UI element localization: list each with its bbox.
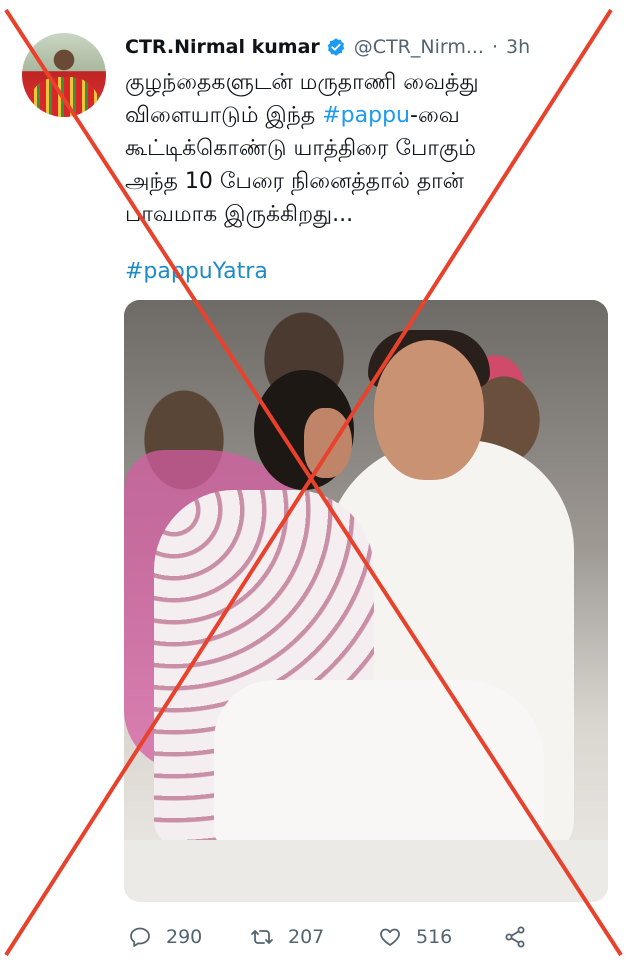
reply-button[interactable]: 290 bbox=[128, 920, 202, 954]
photo-trousers bbox=[214, 680, 544, 850]
tweet-text: குழந்தைகளுடன் மருதாணி வைத்து விளையாடும் … bbox=[125, 66, 595, 231]
hashtag-link-pappuyatra[interactable]: #pappuYatra bbox=[125, 259, 268, 284]
tweet-line-2-end: -வை bbox=[410, 103, 460, 128]
reply-count: 290 bbox=[166, 926, 203, 948]
timestamp[interactable]: 3h bbox=[506, 36, 530, 58]
share-button[interactable] bbox=[503, 920, 527, 954]
like-icon bbox=[380, 928, 400, 946]
tweet-line-4: அந்த 10 பேரை நினைத்தால் தான் bbox=[125, 169, 464, 194]
display-name[interactable]: CTR.Nirmal kumar bbox=[125, 36, 320, 58]
verified-icon bbox=[327, 38, 345, 56]
photo-woman-face bbox=[304, 408, 352, 478]
reply-icon bbox=[130, 927, 150, 947]
like-count: 516 bbox=[416, 926, 453, 948]
tweet-line-2-start: விளையாடும் இந்த bbox=[125, 103, 323, 128]
tweet-photo[interactable] bbox=[124, 300, 608, 902]
avatar-garland bbox=[28, 77, 100, 117]
like-button[interactable]: 516 bbox=[378, 920, 452, 954]
action-bar: 290 207 516 bbox=[0, 920, 627, 954]
hashtag-link-pappu[interactable]: #pappu bbox=[322, 103, 410, 128]
tweet-line-5: பாவமாக இருக்கிறது... bbox=[125, 202, 354, 227]
tweet-line-3: கூட்டிக்கொண்டு யாத்திரை போகும் bbox=[125, 136, 476, 161]
retweet-count: 207 bbox=[288, 926, 325, 948]
separator-dot: · bbox=[491, 36, 499, 58]
share-icon bbox=[505, 926, 525, 948]
retweet-icon bbox=[251, 930, 273, 944]
user-handle[interactable]: @CTR_Nirm... bbox=[354, 36, 484, 58]
tweet-line-2: விளையாடும் இந்த #pappu-வை bbox=[125, 99, 595, 132]
photo-floor bbox=[124, 840, 608, 902]
tweet-line-1: குழந்தைகளுடன் மருதாணி வைத்து bbox=[125, 70, 479, 95]
photo-man-head bbox=[374, 340, 484, 480]
avatar[interactable] bbox=[22, 33, 106, 117]
tweet-header: CTR.Nirmal kumar @CTR_Nirm... · 3h bbox=[125, 34, 530, 60]
retweet-button[interactable]: 207 bbox=[250, 920, 324, 954]
